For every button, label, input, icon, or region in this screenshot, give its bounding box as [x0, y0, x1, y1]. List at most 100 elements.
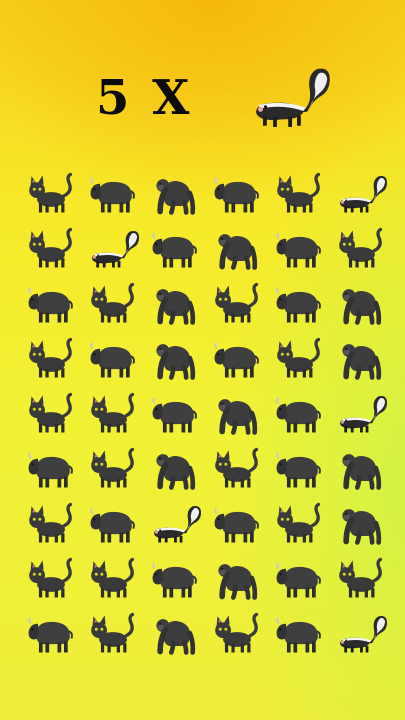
- cat-icon: [215, 282, 259, 322]
- grid-cell-bison[interactable]: [268, 605, 330, 660]
- bison-icon: [276, 451, 321, 487]
- grid-cell-bison[interactable]: [268, 440, 330, 495]
- cat-icon: [277, 172, 321, 212]
- grid-cell-bison[interactable]: [82, 165, 144, 220]
- bison-icon: [90, 176, 135, 212]
- grid-cell-bison[interactable]: [268, 550, 330, 605]
- grid-cell-cat[interactable]: [82, 385, 144, 440]
- bison-icon: [214, 506, 259, 542]
- grid-cell-cat[interactable]: [82, 550, 144, 605]
- grid-cell-cat[interactable]: [206, 275, 268, 330]
- cat-icon: [91, 392, 135, 432]
- skunk-icon: [256, 68, 330, 127]
- cat-icon: [29, 502, 73, 542]
- grid-cell-cat[interactable]: [206, 440, 268, 495]
- grid-cell-cat[interactable]: [82, 275, 144, 330]
- gorilla-icon: [342, 453, 382, 490]
- bison-icon: [90, 506, 135, 542]
- grid-cell-skunk[interactable]: [330, 605, 392, 660]
- cat-icon: [29, 557, 73, 597]
- bison-icon: [214, 341, 259, 377]
- skunk-icon: [340, 395, 387, 432]
- gorilla-icon: [342, 508, 382, 545]
- grid-cell-cat[interactable]: [268, 495, 330, 550]
- gorilla-icon: [218, 563, 258, 600]
- grid-cell-bison[interactable]: [144, 550, 206, 605]
- grid-cell-bison[interactable]: [206, 165, 268, 220]
- grid-cell-bison[interactable]: [20, 605, 82, 660]
- puzzle-header: 5 X: [0, 60, 405, 140]
- cat-icon: [215, 612, 259, 652]
- grid-cell-bison[interactable]: [268, 220, 330, 275]
- grid-cell-cat[interactable]: [330, 220, 392, 275]
- grid-cell-skunk[interactable]: [144, 495, 206, 550]
- grid-cell-gorilla[interactable]: [330, 275, 392, 330]
- cat-icon: [91, 282, 135, 322]
- grid-cell-bison[interactable]: [20, 275, 82, 330]
- grid-cell-cat[interactable]: [268, 165, 330, 220]
- grid-cell-cat[interactable]: [20, 220, 82, 275]
- grid-cell-cat[interactable]: [20, 385, 82, 440]
- cat-icon: [339, 227, 383, 267]
- gorilla-icon: [156, 618, 196, 655]
- grid-cell-gorilla[interactable]: [144, 605, 206, 660]
- gorilla-icon: [156, 343, 196, 380]
- grid-cell-gorilla[interactable]: [144, 330, 206, 385]
- grid-cell-cat[interactable]: [82, 440, 144, 495]
- grid-cell-bison[interactable]: [268, 275, 330, 330]
- grid-cell-gorilla[interactable]: [206, 220, 268, 275]
- grid-cell-gorilla[interactable]: [144, 440, 206, 495]
- bison-icon: [28, 451, 73, 487]
- grid-cell-gorilla[interactable]: [330, 330, 392, 385]
- cat-icon: [91, 447, 135, 487]
- gorilla-icon: [342, 288, 382, 325]
- grid-cell-cat[interactable]: [330, 550, 392, 605]
- grid-cell-gorilla[interactable]: [330, 495, 392, 550]
- grid-cell-bison[interactable]: [82, 495, 144, 550]
- bison-icon: [276, 231, 321, 267]
- gorilla-icon: [342, 343, 382, 380]
- gorilla-icon: [156, 178, 196, 215]
- gorilla-icon: [156, 453, 196, 490]
- skunk-icon: [340, 175, 387, 212]
- cat-icon: [29, 172, 73, 212]
- cat-icon: [91, 557, 135, 597]
- grid-cell-gorilla[interactable]: [206, 385, 268, 440]
- bison-icon: [276, 286, 321, 322]
- skunk-icon: [340, 615, 387, 652]
- bison-icon: [28, 286, 73, 322]
- grid-cell-skunk[interactable]: [82, 220, 144, 275]
- grid-cell-cat[interactable]: [20, 165, 82, 220]
- grid-cell-cat[interactable]: [206, 605, 268, 660]
- grid-cell-cat[interactable]: [20, 330, 82, 385]
- bison-icon: [152, 396, 197, 432]
- bison-icon: [152, 231, 197, 267]
- animal-grid: [20, 165, 392, 660]
- grid-cell-bison[interactable]: [206, 330, 268, 385]
- grid-cell-gorilla[interactable]: [330, 440, 392, 495]
- grid-cell-cat[interactable]: [268, 330, 330, 385]
- grid-cell-skunk[interactable]: [330, 385, 392, 440]
- grid-cell-cat[interactable]: [20, 495, 82, 550]
- grid-cell-gorilla[interactable]: [144, 165, 206, 220]
- grid-cell-bison[interactable]: [268, 385, 330, 440]
- grid-cell-gorilla[interactable]: [206, 550, 268, 605]
- bison-icon: [214, 176, 259, 212]
- gorilla-icon: [218, 398, 258, 435]
- grid-cell-cat[interactable]: [82, 605, 144, 660]
- bison-icon: [276, 396, 321, 432]
- grid-cell-bison[interactable]: [206, 495, 268, 550]
- cat-icon: [91, 612, 135, 652]
- grid-cell-bison[interactable]: [144, 220, 206, 275]
- grid-cell-gorilla[interactable]: [144, 275, 206, 330]
- grid-cell-skunk[interactable]: [330, 165, 392, 220]
- grid-cell-bison[interactable]: [20, 440, 82, 495]
- cat-icon: [29, 337, 73, 377]
- gorilla-icon: [218, 233, 258, 270]
- bison-icon: [90, 341, 135, 377]
- grid-cell-bison[interactable]: [144, 385, 206, 440]
- bison-icon: [152, 561, 197, 597]
- grid-cell-bison[interactable]: [82, 330, 144, 385]
- grid-cell-cat[interactable]: [20, 550, 82, 605]
- bison-icon: [276, 561, 321, 597]
